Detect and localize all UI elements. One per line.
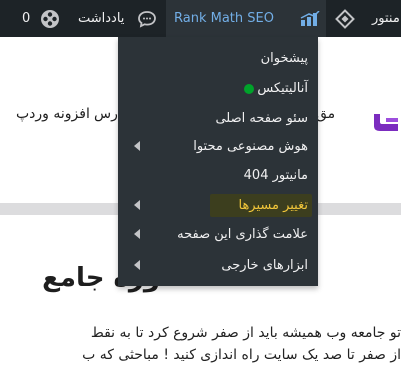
rankmath-submenu: پیشخوان آنالیتیکس سئو صفحه اصلی هوش مصنو… [118, 37, 318, 286]
updates-count: 0 [22, 11, 31, 26]
comment-bubble-icon [138, 11, 156, 28]
notes-label: یادداشت [78, 11, 125, 26]
submenu-item-label: پیشخوان [260, 51, 308, 66]
nav-item-courses[interactable]: رس [94, 106, 118, 122]
submenu-item-external-tools[interactable]: ابزارهای خارجی [118, 252, 318, 279]
wheel-icon [41, 10, 59, 28]
rankmath-label: Rank Math SEO [174, 11, 274, 26]
submenu-item-content-ai[interactable]: هوش مصنوعی محتوا [118, 133, 318, 160]
submenu-item-label: هوش مصنوعی محتوا [193, 139, 308, 154]
site-name-menu[interactable]: منتور [328, 0, 401, 37]
post-excerpt-line-1: تو جامعه وب همیشه باید از صفر شروع کرد ت… [90, 325, 401, 341]
rankmath-menu[interactable]: Rank Math SEO [166, 0, 326, 37]
submenu-item-label: تغییر مسیرها [238, 198, 308, 213]
submenu-item-dashboard[interactable]: پیشخوان [118, 45, 318, 72]
submenu-item-label: علامت گذاری این صفحه [177, 227, 308, 242]
notes-menu[interactable]: یادداشت [74, 0, 164, 37]
submenu-item-redirections[interactable]: تغییر مسیرها [118, 192, 318, 219]
submenu-item-label: مانیتور 404 [243, 168, 308, 183]
nav-item-plugins[interactable]: افزونه وردپ [16, 106, 90, 122]
rankmath-chart-icon [300, 11, 320, 26]
submenu-arrow-icon [134, 260, 140, 270]
updates-menu[interactable]: 0 [18, 0, 70, 37]
submenu-item-analytics[interactable]: آنالیتیکس [118, 75, 318, 102]
submenu-item-mark-page[interactable]: علامت گذاری این صفحه [118, 221, 318, 248]
nav-item-articles[interactable]: مق [316, 106, 335, 122]
diamond-site-icon [335, 9, 355, 29]
submenu-item-homepage-seo[interactable]: سئو صفحه اصلی [118, 105, 318, 132]
submenu-arrow-icon [134, 200, 140, 210]
submenu-item-404-monitor[interactable]: مانیتور 404 [118, 162, 318, 189]
submenu-arrow-icon [134, 229, 140, 239]
submenu-item-label: آنالیتیکس [244, 79, 308, 98]
status-dot-icon [244, 83, 255, 94]
post-excerpt-line-2: از صفر تا صد یک سایت راه اندازی کنید ! م… [82, 347, 401, 363]
admin-bar: منتور Rank Math SEO یادداشت 0 [0, 0, 401, 37]
submenu-item-label: ابزارهای خارجی [221, 258, 308, 273]
submenu-arrow-icon [134, 141, 140, 151]
submenu-item-label: سئو صفحه اصلی [215, 111, 308, 126]
site-name-label: منتور [372, 11, 400, 26]
site-logo[interactable] [370, 104, 401, 134]
